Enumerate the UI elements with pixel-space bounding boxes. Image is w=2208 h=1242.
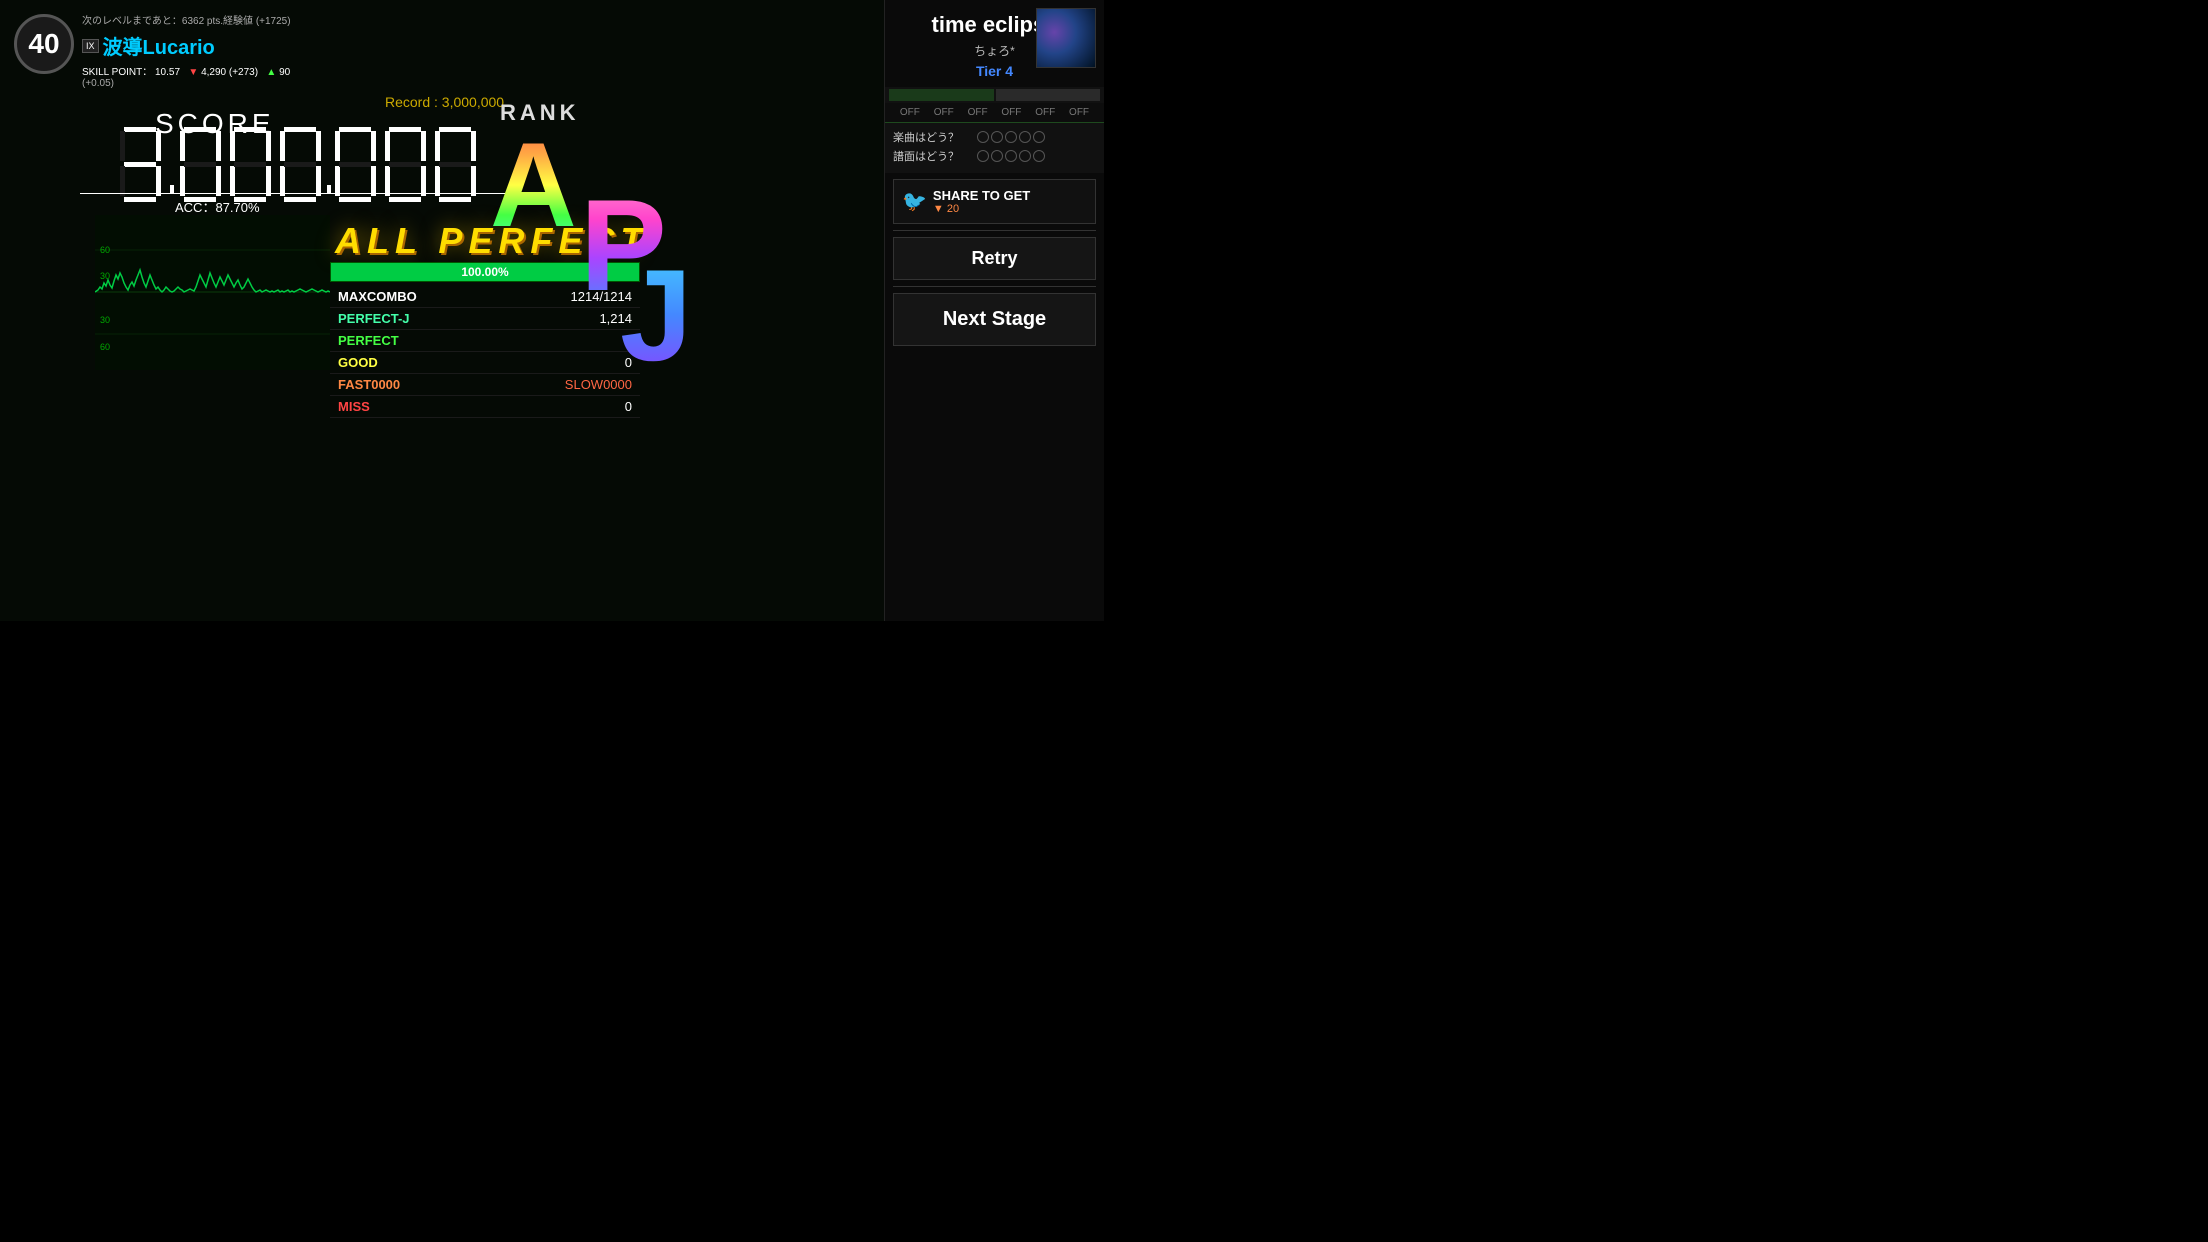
- circle-3[interactable]: [1005, 131, 1017, 143]
- twitter-icon: 🐦: [902, 189, 927, 214]
- next-stage-button[interactable]: Next Stage: [893, 293, 1096, 346]
- chart-circle-5[interactable]: [1033, 150, 1045, 162]
- toggle-row: OFF OFF OFF OFF OFF OFF: [885, 103, 1104, 122]
- toggle-off-2[interactable]: OFF: [934, 107, 954, 118]
- circle-2[interactable]: [991, 131, 1003, 143]
- music-rating-label: 楽曲はどう？: [893, 129, 973, 145]
- album-art-design: [1037, 9, 1095, 67]
- rating-section: 楽曲はどう？ 譜面はどう？: [885, 122, 1104, 173]
- toggle-off-4[interactable]: OFF: [1001, 107, 1021, 118]
- chart-circle-1[interactable]: [977, 150, 989, 162]
- svg-text:60: 60: [100, 342, 110, 352]
- rank-letter-j: J: [620, 250, 692, 380]
- good-label: GOOD: [338, 355, 378, 370]
- toggle-off-3[interactable]: OFF: [968, 107, 988, 118]
- level-number: 40: [28, 28, 59, 60]
- circle-4[interactable]: [1019, 131, 1031, 143]
- toggle-bar-1: [889, 89, 994, 101]
- chart-rating-label: 譜面はどう？: [893, 148, 973, 164]
- album-art: [1036, 8, 1096, 68]
- svg-text:30: 30: [100, 271, 110, 281]
- right-panel: time eclipse ちょろ* Tier 4 OFF OFF OFF OFF…: [884, 0, 1104, 621]
- arrow-up: ▲: [266, 67, 276, 78]
- exp-text: 次のレベルまであと：6362 pts.経験値 (+1725): [82, 12, 291, 27]
- maxcombo-label: MAXCOMBO: [338, 289, 417, 304]
- toggle-off-1[interactable]: OFF: [900, 107, 920, 118]
- rank-letter-a: A: [490, 125, 577, 245]
- chart-circle-3[interactable]: [1005, 150, 1017, 162]
- miss-label: MISS: [338, 399, 370, 414]
- acc-value: ACC：87.70%: [175, 197, 260, 216]
- toggle-bar-2: [996, 89, 1101, 101]
- record-text: Record : 3,000,000: [385, 94, 504, 110]
- perfectj-label: PERFECT-J: [338, 311, 410, 326]
- sub-stat: (+0.05): [82, 78, 291, 89]
- stat2: 90: [279, 67, 290, 78]
- toggle-bars: [885, 87, 1104, 103]
- rank-area: RANK A P J: [490, 100, 750, 400]
- player-name: 波導Lucario: [103, 31, 215, 60]
- chart-circle-2[interactable]: [991, 150, 1003, 162]
- circle-1[interactable]: [977, 131, 989, 143]
- chart-circle-4[interactable]: [1019, 150, 1031, 162]
- toggle-off-6[interactable]: OFF: [1069, 107, 1089, 118]
- share-button[interactable]: 🐦 SHARE TO GET ▼ 20: [893, 179, 1096, 224]
- score-line: [80, 193, 560, 194]
- miss-value: 0: [625, 399, 632, 414]
- svg-text:60: 60: [100, 245, 110, 255]
- perfect-label: PERFECT: [338, 333, 399, 348]
- skill-label: SKILL POINT：: [82, 67, 152, 78]
- share-text: SHARE TO GET: [933, 188, 1030, 203]
- toggle-off-5[interactable]: OFF: [1035, 107, 1055, 118]
- stat1: 4,290 (+273): [201, 67, 258, 78]
- waveform-chart: 60 30 30 60: [95, 215, 330, 370]
- fast-label: FAST0000: [338, 377, 400, 392]
- share-sub: ▼ 20: [933, 203, 1030, 215]
- chart-rating-circles: [977, 150, 1045, 162]
- rank-badge: IX: [82, 39, 99, 53]
- retry-button[interactable]: Retry: [893, 237, 1096, 280]
- divider-2: [893, 286, 1096, 287]
- skill-value: 10.57: [155, 67, 180, 78]
- divider-1: [893, 230, 1096, 231]
- level-badge: 40: [14, 14, 74, 74]
- music-rating-circles: [977, 131, 1045, 143]
- player-info: 次のレベルまであと：6362 pts.経験値 (+1725) IX 波導Luca…: [82, 12, 291, 89]
- circle-5[interactable]: [1033, 131, 1045, 143]
- arrow-down: ▼: [188, 67, 198, 78]
- svg-text:30: 30: [100, 315, 110, 325]
